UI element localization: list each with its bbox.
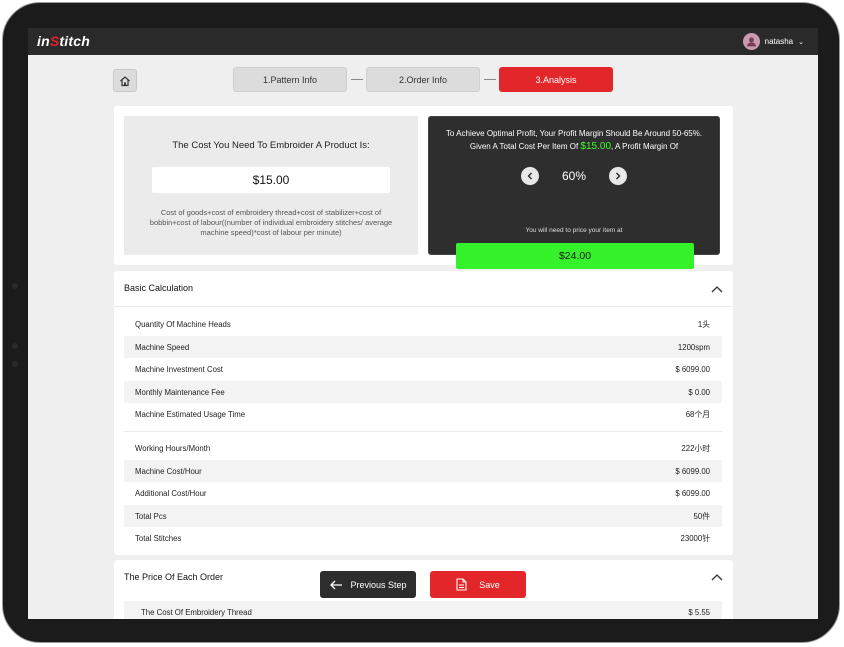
- table-row: Machine Estimated Usage Time 68个月: [135, 409, 710, 419]
- avatar: [742, 33, 760, 50]
- arrow-left-icon: [330, 580, 343, 589]
- cost-formula: Cost of goods+cost of embroidery thread+…: [149, 208, 393, 237]
- price-note: You will need to price your item at: [525, 227, 623, 234]
- side-button: [12, 343, 18, 349]
- app-logo[interactable]: inStitch: [37, 33, 90, 49]
- table-row: Total Stitches 23000针: [135, 533, 710, 543]
- margin-selector: 60%: [429, 167, 719, 185]
- table-row: Machine Speed 1200spm: [124, 336, 722, 358]
- step-connector: [351, 79, 363, 80]
- user-menu[interactable]: natasha ⌄: [742, 33, 804, 50]
- cost-value: $15.00: [152, 167, 390, 193]
- divider: [114, 306, 733, 307]
- section-title: The Price Of Each Order: [124, 572, 224, 582]
- top-bar: inStitch natasha ⌄: [28, 28, 818, 55]
- previous-step-button[interactable]: Previous Step: [320, 571, 416, 598]
- section-title: Basic Calculation: [124, 283, 194, 293]
- suggested-price: $24.00: [456, 243, 694, 269]
- chevron-up-icon[interactable]: [711, 285, 723, 293]
- chevron-right-icon: [616, 172, 621, 180]
- home-button[interactable]: [113, 69, 137, 92]
- app-screen: inStitch natasha ⌄ 1.Pattern Info 2.Orde…: [28, 28, 818, 619]
- cost-panel: The Cost You Need To Embroider A Product…: [124, 116, 418, 255]
- home-icon: [120, 75, 130, 86]
- profit-panel: To Achieve Optimal Profit, Your Profit M…: [428, 116, 720, 269]
- profit-description: To Achieve Optimal Profit, Your Profit M…: [445, 129, 703, 152]
- step-connector: [484, 79, 496, 80]
- divider: [124, 431, 722, 432]
- save-button[interactable]: Save: [430, 571, 526, 598]
- step-analysis[interactable]: 3.Analysis: [499, 67, 613, 92]
- cost-title: The Cost You Need To Embroider A Product…: [172, 140, 370, 151]
- cost-highlight: $15.00: [580, 141, 612, 152]
- table-row: Quantity Of Machine Heads 1头: [135, 319, 710, 329]
- table-row: Monthly Maintenance Fee $ 0.00: [124, 381, 722, 403]
- table-row: Total Pcs 50件: [124, 505, 722, 527]
- table-row: Machine Cost/Hour $ 6099.00: [124, 460, 722, 482]
- table-row: Working Hours/Month 222小时: [135, 443, 710, 453]
- margin-value: 60%: [561, 169, 587, 183]
- chevron-up-icon[interactable]: [711, 573, 723, 581]
- side-button: [12, 283, 18, 289]
- increase-margin-button[interactable]: [609, 167, 627, 185]
- table-row: Additional Cost/Hour $ 6099.00: [135, 488, 710, 498]
- chevron-down-icon: ⌄: [798, 38, 804, 46]
- table-row: The Cost Of Embroidery Thread $ 5.55: [124, 601, 722, 619]
- decrease-margin-button[interactable]: [521, 167, 539, 185]
- user-icon: [746, 37, 756, 47]
- document-icon: [456, 578, 467, 591]
- user-name: natasha: [764, 37, 794, 46]
- step-pattern-info[interactable]: 1.Pattern Info: [233, 67, 347, 92]
- step-order-info[interactable]: 2.Order Info: [366, 67, 480, 92]
- table-row: Machine Investment Cost $ 6099.00: [135, 364, 710, 374]
- chevron-left-icon: [527, 172, 532, 180]
- side-button: [12, 361, 18, 367]
